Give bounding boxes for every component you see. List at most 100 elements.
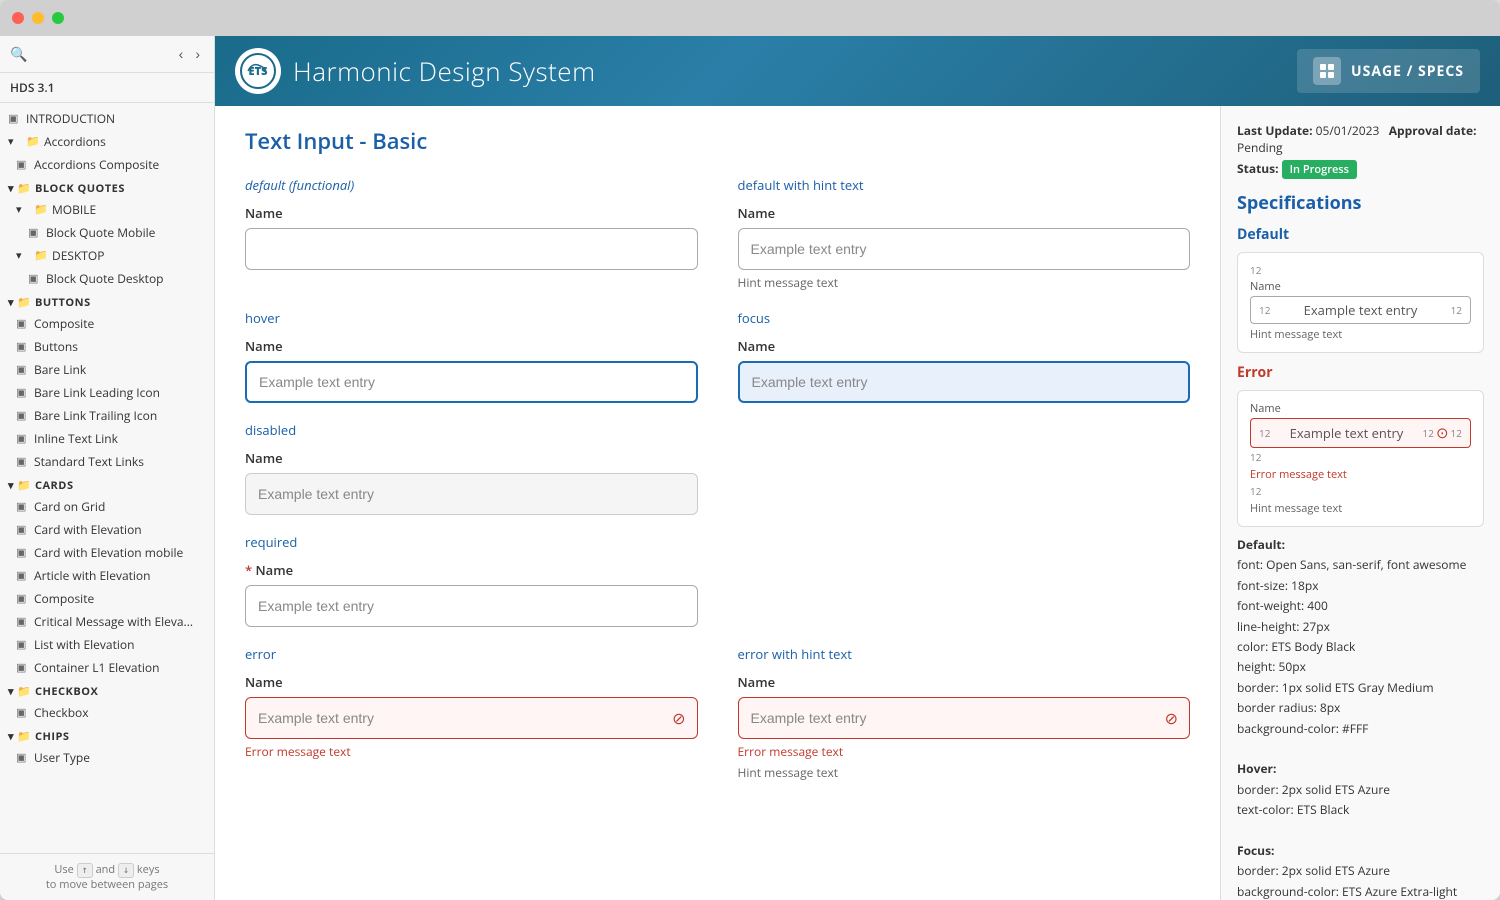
input-error-wrapper: ⊘ bbox=[245, 697, 698, 739]
sidebar-nav-icons: ‹ › bbox=[175, 44, 204, 64]
sidebar-item-critical-message[interactable]: ▣ Critical Message with Eleva... bbox=[0, 610, 214, 633]
sidebar-item-composite[interactable]: ▣ Composite bbox=[0, 312, 214, 335]
sidebar-item-bare-link-leading[interactable]: ▣ Bare Link Leading Icon bbox=[0, 381, 214, 404]
footer-text2: and bbox=[96, 862, 116, 877]
maximize-dot[interactable] bbox=[52, 12, 64, 24]
spec-default-value: font: Open Sans, san-serif, font awesome… bbox=[1237, 556, 1466, 736]
error-text-2: Error message text bbox=[738, 743, 1191, 760]
sidebar-item-mobile[interactable]: ▾ 📁 MOBILE bbox=[0, 198, 214, 221]
sidebar-item-card-on-grid[interactable]: ▣ Card on Grid bbox=[0, 495, 214, 518]
sidebar-item-label: Article with Elevation bbox=[34, 567, 151, 584]
sidebar-item-introduction[interactable]: ▣ INTRODUCTION bbox=[0, 107, 214, 130]
up-key: ↑ bbox=[77, 863, 93, 878]
spec-hover-value: border: 2px solid ETS Azuretext-color: E… bbox=[1237, 781, 1390, 818]
sidebar-item-label: Block Quote Desktop bbox=[46, 270, 164, 287]
sidebar-item-label: Bare Link Leading Icon bbox=[34, 384, 160, 401]
sidebar-item-label: Bare Link bbox=[34, 361, 86, 378]
form-grid-row1: default (functional) Name default with h… bbox=[245, 176, 1190, 291]
input-default[interactable] bbox=[245, 228, 698, 270]
spec-input-num-left: 12 bbox=[1259, 303, 1270, 317]
chevron-down-icon: ▾ bbox=[16, 248, 30, 263]
sidebar-item-card-elevation[interactable]: ▣ Card with Elevation bbox=[0, 518, 214, 541]
app-window: 🔍 ‹ › HDS 3.1 ▣ INTRODUCTION ▾ 📁 Accordi… bbox=[0, 0, 1500, 900]
input-error[interactable] bbox=[245, 697, 698, 739]
spec-hover-label: Hover: bbox=[1237, 760, 1276, 777]
sidebar-item-card-elevation-mobile[interactable]: ▣ Card with Elevation mobile bbox=[0, 541, 214, 564]
sidebar-footer: Use ↑ and ↓ keys to move between pages bbox=[0, 853, 214, 900]
sidebar: 🔍 ‹ › HDS 3.1 ▣ INTRODUCTION ▾ 📁 Accordi… bbox=[0, 36, 215, 900]
sidebar-item-bare-link[interactable]: ▣ Bare Link bbox=[0, 358, 214, 381]
spec-hover-block: Hover: border: 2px solid ETS Azuretext-c… bbox=[1237, 759, 1484, 820]
folder-icon: 📁 bbox=[17, 181, 31, 196]
minimize-dot[interactable] bbox=[32, 12, 44, 24]
folder-icon: 📁 bbox=[34, 248, 48, 263]
sidebar-item-container-l1[interactable]: ▣ Container L1 Elevation bbox=[0, 656, 214, 679]
chevron-down-icon: ▾ bbox=[8, 134, 22, 149]
footer-text1: Use bbox=[54, 862, 73, 877]
input-error-hint[interactable] bbox=[738, 697, 1191, 739]
nav-prev-button[interactable]: ‹ bbox=[175, 44, 188, 64]
specs-meta-status: Status: In Progress bbox=[1237, 160, 1484, 179]
sidebar-item-list-elevation[interactable]: ▣ List with Elevation bbox=[0, 633, 214, 656]
sidebar-item-inline-text-link[interactable]: ▣ Inline Text Link bbox=[0, 427, 214, 450]
spec-error-num-bottom: 12 bbox=[1250, 450, 1471, 464]
spec-error-right-group: 12 ⊙ 12 bbox=[1423, 423, 1462, 443]
sidebar-item-block-quote-desktop[interactable]: ▣ Block Quote Desktop bbox=[0, 267, 214, 290]
header-logo: ETS Harmonic Design System bbox=[235, 48, 596, 94]
sidebar-item-label: Standard Text Links bbox=[34, 453, 144, 470]
sidebar-item-label: DESKTOP bbox=[52, 247, 104, 264]
page-icon: ▣ bbox=[16, 316, 30, 331]
sidebar-item-label: Composite bbox=[34, 315, 94, 332]
page-icon: ▣ bbox=[16, 568, 30, 583]
spec-error-num-left: 12 bbox=[1259, 426, 1270, 440]
field-label-required: Name bbox=[245, 561, 698, 579]
content-area: ETS Harmonic Design System bbox=[215, 36, 1500, 900]
sidebar-item-label: List with Elevation bbox=[34, 636, 134, 653]
form-section-default: default (functional) Name bbox=[245, 176, 698, 291]
sidebar-item-article-elevation[interactable]: ▣ Article with Elevation bbox=[0, 564, 214, 587]
form-section-hover: hover Name bbox=[245, 309, 698, 403]
page-icon: ▣ bbox=[16, 545, 30, 560]
folder-icon: 📁 bbox=[34, 202, 48, 217]
page-icon: ▣ bbox=[16, 431, 30, 446]
status-label: Status: bbox=[1237, 160, 1282, 177]
sidebar-item-bare-link-trailing[interactable]: ▣ Bare Link Trailing Icon bbox=[0, 404, 214, 427]
sidebar-item-buttons[interactable]: ▣ Buttons bbox=[0, 335, 214, 358]
spec-preview-error: Name 12 Example text entry 12 ⊙ 12 12 Er… bbox=[1237, 390, 1484, 527]
section-label-error-hint: error with hint text bbox=[738, 645, 1191, 663]
page-icon: ▣ bbox=[16, 408, 30, 423]
sidebar-item-label: Checkbox bbox=[34, 704, 89, 721]
sidebar-item-accordions[interactable]: ▾ 📁 Accordions bbox=[0, 130, 214, 153]
input-disabled[interactable] bbox=[245, 473, 698, 515]
nav-next-button[interactable]: › bbox=[191, 44, 204, 64]
sidebar-item-block-quote-mobile[interactable]: ▣ Block Quote Mobile bbox=[0, 221, 214, 244]
close-dot[interactable] bbox=[12, 12, 24, 24]
main-content: Text Input - Basic default (functional) … bbox=[215, 106, 1220, 900]
sidebar-item-standard-text-links[interactable]: ▣ Standard Text Links bbox=[0, 450, 214, 473]
specs-text: Default: font: Open Sans, san-serif, fon… bbox=[1237, 535, 1484, 900]
input-hover[interactable] bbox=[245, 361, 698, 403]
search-icon[interactable]: 🔍 bbox=[10, 45, 27, 64]
sidebar-item-label: Inline Text Link bbox=[34, 430, 118, 447]
input-default-hint[interactable] bbox=[738, 228, 1191, 270]
sidebar-item-composite2[interactable]: ▣ Composite bbox=[0, 587, 214, 610]
header: ETS Harmonic Design System bbox=[215, 36, 1500, 106]
sidebar-item-label: Card with Elevation bbox=[34, 521, 142, 538]
title-bar bbox=[0, 0, 1500, 36]
spec-section-error-title: Error bbox=[1237, 363, 1484, 382]
error-icon: ⊘ bbox=[672, 707, 685, 729]
input-focus[interactable] bbox=[738, 361, 1191, 403]
sidebar-item-checkbox[interactable]: ▣ Checkbox bbox=[0, 701, 214, 724]
field-label-focus: Name bbox=[738, 337, 1191, 355]
input-required[interactable] bbox=[245, 585, 698, 627]
section-label-hint: default with hint text bbox=[738, 176, 1191, 194]
sidebar-item-accordions-composite[interactable]: ▣ Accordions Composite bbox=[0, 153, 214, 176]
form-grid-row4: required Name bbox=[245, 533, 1190, 627]
sidebar-item-desktop[interactable]: ▾ 📁 DESKTOP bbox=[0, 244, 214, 267]
spec-focus-block: Focus: border: 2px solid ETS Azurebackgr… bbox=[1237, 841, 1484, 900]
field-label-disabled: Name bbox=[245, 449, 698, 467]
form-section-disabled: disabled Name bbox=[245, 421, 698, 515]
spec-input-num-right: 12 bbox=[1451, 303, 1462, 317]
sidebar-item-user-type[interactable]: ▣ User Type bbox=[0, 746, 214, 769]
page-icon: ▣ bbox=[28, 271, 42, 286]
